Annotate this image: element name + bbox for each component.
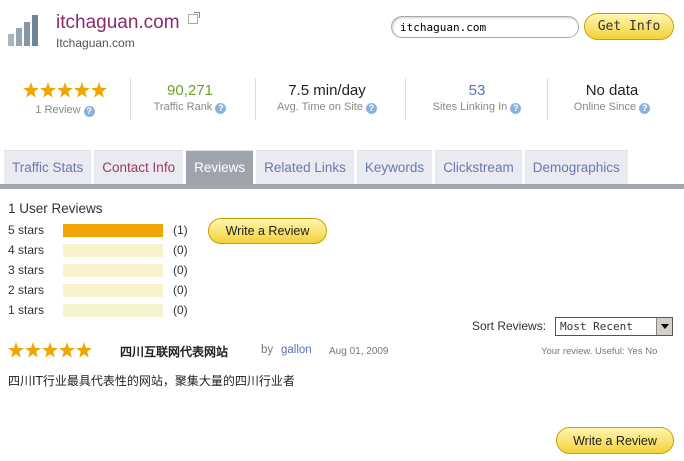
rating-count: (0)	[173, 303, 188, 317]
tab-underline	[0, 184, 684, 189]
rating-label: 3 stars	[8, 263, 45, 277]
sort-select[interactable]: Most Recent	[555, 317, 673, 336]
alexa-logo-icon	[8, 14, 40, 46]
stat-avg-time: 7.5 min/day Avg. Time on Site ?	[262, 82, 392, 114]
rating-row-4: 4 stars (0)	[8, 240, 197, 260]
user-reviews-heading: 1 User Reviews	[8, 201, 103, 216]
get-info-button[interactable]: Get Info	[584, 13, 674, 40]
sites-linking-label: Sites Linking In	[432, 101, 508, 113]
rating-stars	[23, 82, 107, 98]
stat-traffic-rank: 90,271 Traffic Rank ?	[140, 82, 240, 114]
divider	[130, 78, 131, 120]
rating-row-3: 3 stars (0)	[8, 260, 197, 280]
divider	[547, 78, 548, 120]
star-icon	[40, 82, 56, 98]
help-icon[interactable]: ?	[639, 103, 651, 114]
rating-count: (1)	[173, 223, 188, 237]
rating-bar	[63, 223, 163, 237]
review-by-label: by	[261, 344, 274, 356]
stat-reviews: 1 Review ?	[22, 82, 108, 117]
stat-online-since: No data Online Since ?	[560, 82, 664, 114]
star-icon	[59, 342, 75, 358]
tab-clickstream[interactable]: Clickstream	[435, 150, 522, 184]
divider	[255, 78, 256, 120]
star-icon	[25, 342, 41, 358]
avg-time-value: 7.5 min/day	[288, 82, 366, 99]
tab-demographics[interactable]: Demographics	[524, 150, 628, 184]
star-icon	[74, 82, 90, 98]
help-icon[interactable]: ?	[366, 103, 378, 114]
tab-reviews[interactable]: Reviews	[186, 150, 254, 184]
rating-row-2: 2 stars (0)	[8, 280, 197, 300]
chevron-down-icon[interactable]	[656, 318, 672, 335]
help-icon[interactable]: ?	[215, 103, 227, 114]
review-rating-stars	[8, 342, 92, 362]
star-icon	[42, 342, 58, 358]
star-icon	[57, 82, 73, 98]
rating-row-1: 1 stars (0)	[8, 300, 197, 320]
sort-label: Sort Reviews:	[472, 319, 547, 333]
review-date: Aug 01, 2009	[329, 346, 389, 357]
rating-count: (0)	[173, 283, 188, 297]
tab-traffic-stats[interactable]: Traffic Stats	[4, 150, 92, 184]
stat-sites-linking: 53 Sites Linking In ?	[418, 82, 536, 114]
online-since-label: Online Since	[573, 101, 637, 113]
search-input[interactable]	[391, 16, 579, 38]
rating-label: 4 stars	[8, 243, 45, 257]
rating-label: 2 stars	[8, 283, 45, 297]
sites-linking-value[interactable]: 53	[418, 82, 536, 99]
write-review-button-bottom[interactable]: Write a Review	[556, 427, 674, 454]
divider	[405, 78, 406, 120]
review-author-link[interactable]: gallon	[281, 344, 312, 356]
write-review-button[interactable]: Write a Review	[208, 218, 327, 244]
rating-count: (0)	[173, 243, 188, 257]
star-icon	[8, 342, 24, 358]
review-body: 四川IT行业最具代表性的网站，聚集大量的四川行业者	[8, 374, 295, 388]
rating-label: 1 stars	[8, 303, 45, 317]
star-icon	[23, 82, 39, 98]
rating-bar	[63, 243, 163, 257]
avg-time-label: Avg. Time on Site	[276, 101, 363, 113]
rating-bar	[63, 303, 163, 317]
tab-keywords[interactable]: Keywords	[356, 150, 433, 184]
rating-bar	[63, 263, 163, 277]
review-title: 四川互联网代表网站	[120, 345, 229, 359]
help-icon[interactable]: ?	[510, 103, 522, 114]
rating-bar	[63, 283, 163, 297]
traffic-rank-label: Traffic Rank	[153, 101, 213, 113]
star-icon	[76, 342, 92, 358]
tab-bar: Traffic Stats Contact Info Reviews Relat…	[4, 150, 628, 184]
site-subtitle: Itchaguan.com	[56, 36, 135, 50]
traffic-rank-value[interactable]: 90,271	[140, 82, 240, 99]
rating-row-5: 5 stars (1)	[8, 220, 197, 240]
help-icon[interactable]: ?	[83, 106, 95, 117]
rating-label: 5 stars	[8, 223, 45, 237]
site-title[interactable]: itchaguan.com	[56, 12, 180, 34]
tab-contact-info[interactable]: Contact Info	[94, 150, 184, 184]
reviews-count-label[interactable]: 1 Review	[35, 104, 80, 116]
star-icon	[91, 82, 107, 98]
online-since-value: No data	[585, 82, 639, 99]
rating-count: (0)	[173, 263, 188, 277]
tab-related-links[interactable]: Related Links	[256, 150, 354, 184]
sort-selected-value: Most Recent	[560, 320, 633, 333]
external-link-icon[interactable]	[188, 12, 200, 24]
review-useful-links[interactable]: Your review. Useful: Yes No	[541, 346, 657, 357]
